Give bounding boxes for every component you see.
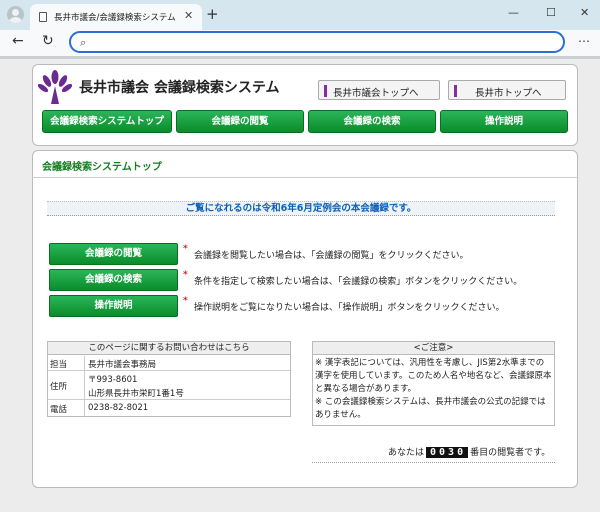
gikai-top-link[interactable]: 長井市議会トップへ (318, 80, 440, 100)
contact-value: 0238-82-8021 (88, 403, 149, 413)
city-top-link-label: 長井市トップへ (475, 88, 542, 99)
link-marker-icon (324, 85, 327, 97)
minimize-icon[interactable]: — (508, 6, 519, 19)
table-row: 担当 長井市議会事務局 (48, 356, 290, 371)
bullet-mark: * (183, 296, 188, 306)
contact-key: 担当 (50, 360, 68, 370)
tab-title: 長井市議会/会議録検索システム (54, 13, 176, 23)
caution-heading: <ご注意> (313, 342, 554, 355)
menu-icon[interactable]: ⋯ (578, 34, 590, 48)
page-top-shadow (0, 56, 600, 59)
table-row: 住所 〒993-8601 山形県長井市栄町1番1号 (48, 371, 290, 400)
contact-heading: このページに関するお問い合わせはこちら (48, 342, 290, 355)
contact-value: 〒993-8601 (88, 375, 138, 385)
browser-titlebar: 長井市議会/会議録検索システム ✕ + — ☐ ✕ (0, 0, 600, 30)
counter-suffix: 番目の閲覧者です。 (470, 448, 551, 458)
counter-digits: 0030 (426, 447, 469, 458)
site-title: 長井市議会 会議録検索システム (79, 80, 280, 96)
link-marker-icon (454, 85, 457, 97)
page-icon (39, 12, 47, 22)
contact-key: 住所 (50, 382, 68, 392)
window-close-icon[interactable]: ✕ (580, 6, 589, 19)
help-description: 操作説明をご覧になりたい場合は、「操作説明」ボタンをクリックください。 (194, 303, 505, 313)
session-notice: ご覧になれるのは令和6年6月定例会の本会議録です。 (47, 201, 555, 216)
visitor-counter: あなたは 0030 番目の閲覧者です。 (388, 445, 550, 458)
contact-table: このページに関するお問い合わせはこちら 担当 長井市議会事務局 住所 〒993-… (47, 341, 291, 417)
maximize-icon[interactable]: ☐ (546, 6, 556, 19)
title-divider (32, 177, 578, 178)
bullet-mark: * (183, 270, 188, 280)
caution-note-2: ※ この会議録検索システムは、長井市議会の公式の記録ではありません。 (315, 397, 546, 420)
browser-tab[interactable]: 長井市議会/会議録検索システム ✕ (30, 4, 202, 30)
search-icon: ⌕ (80, 36, 87, 49)
contact-key: 電話 (50, 405, 68, 415)
back-icon[interactable]: ← (12, 33, 24, 49)
profile-avatar-icon[interactable] (7, 6, 24, 23)
browser-toolbar: ← ↻ ⌕ ⋯ (0, 30, 600, 56)
table-row: 電話 0238-82-8021 (48, 400, 290, 416)
nav-top-button[interactable]: 会議録検索システムトップ (42, 110, 172, 133)
caution-box: <ご注意> ※ 漢字表記については、汎用性を考慮し、JIS第2水準までの漢字を使… (312, 341, 555, 426)
search-button[interactable]: 会議録の検索 (49, 269, 178, 291)
contact-value: 長井市議会事務局 (88, 360, 157, 370)
help-button[interactable]: 操作説明 (49, 295, 178, 317)
nav-browse-button[interactable]: 会議録の閲覧 (176, 110, 304, 133)
nav-help-button[interactable]: 操作説明 (440, 110, 568, 133)
caution-text: ※ 漢字表記については、汎用性を考慮し、JIS第2水準までの漢字を使用しています… (315, 357, 552, 422)
tab-close-icon[interactable]: ✕ (184, 9, 193, 22)
caution-note-1: ※ 漢字表記については、汎用性を考慮し、JIS第2水準までの漢字を使用しています… (315, 358, 552, 394)
city-top-link[interactable]: 長井市トップへ (448, 80, 566, 100)
search-description: 条件を指定して検索したい場合は、「会議録の検索」ボタンをクリックください。 (194, 277, 523, 287)
city-emblem-icon (38, 70, 72, 104)
reload-icon[interactable]: ↻ (42, 33, 54, 49)
gikai-top-link-label: 長井市議会トップへ (333, 88, 419, 99)
address-bar[interactable]: ⌕ (69, 31, 565, 53)
new-tab-icon[interactable]: + (206, 5, 219, 23)
browse-description: 会議録を閲覧したい場合は、「会議録の閲覧」をクリックください。 (194, 251, 469, 261)
counter-prefix: あなたは (388, 448, 425, 458)
counter-divider (312, 462, 555, 463)
nav-search-button[interactable]: 会議録の検索 (308, 110, 436, 133)
browse-button[interactable]: 会議録の閲覧 (49, 243, 178, 265)
contact-value: 山形県長井市栄町1番1号 (88, 389, 184, 399)
bullet-mark: * (183, 244, 188, 254)
page-title: 会議録検索システムトップ (42, 162, 162, 173)
